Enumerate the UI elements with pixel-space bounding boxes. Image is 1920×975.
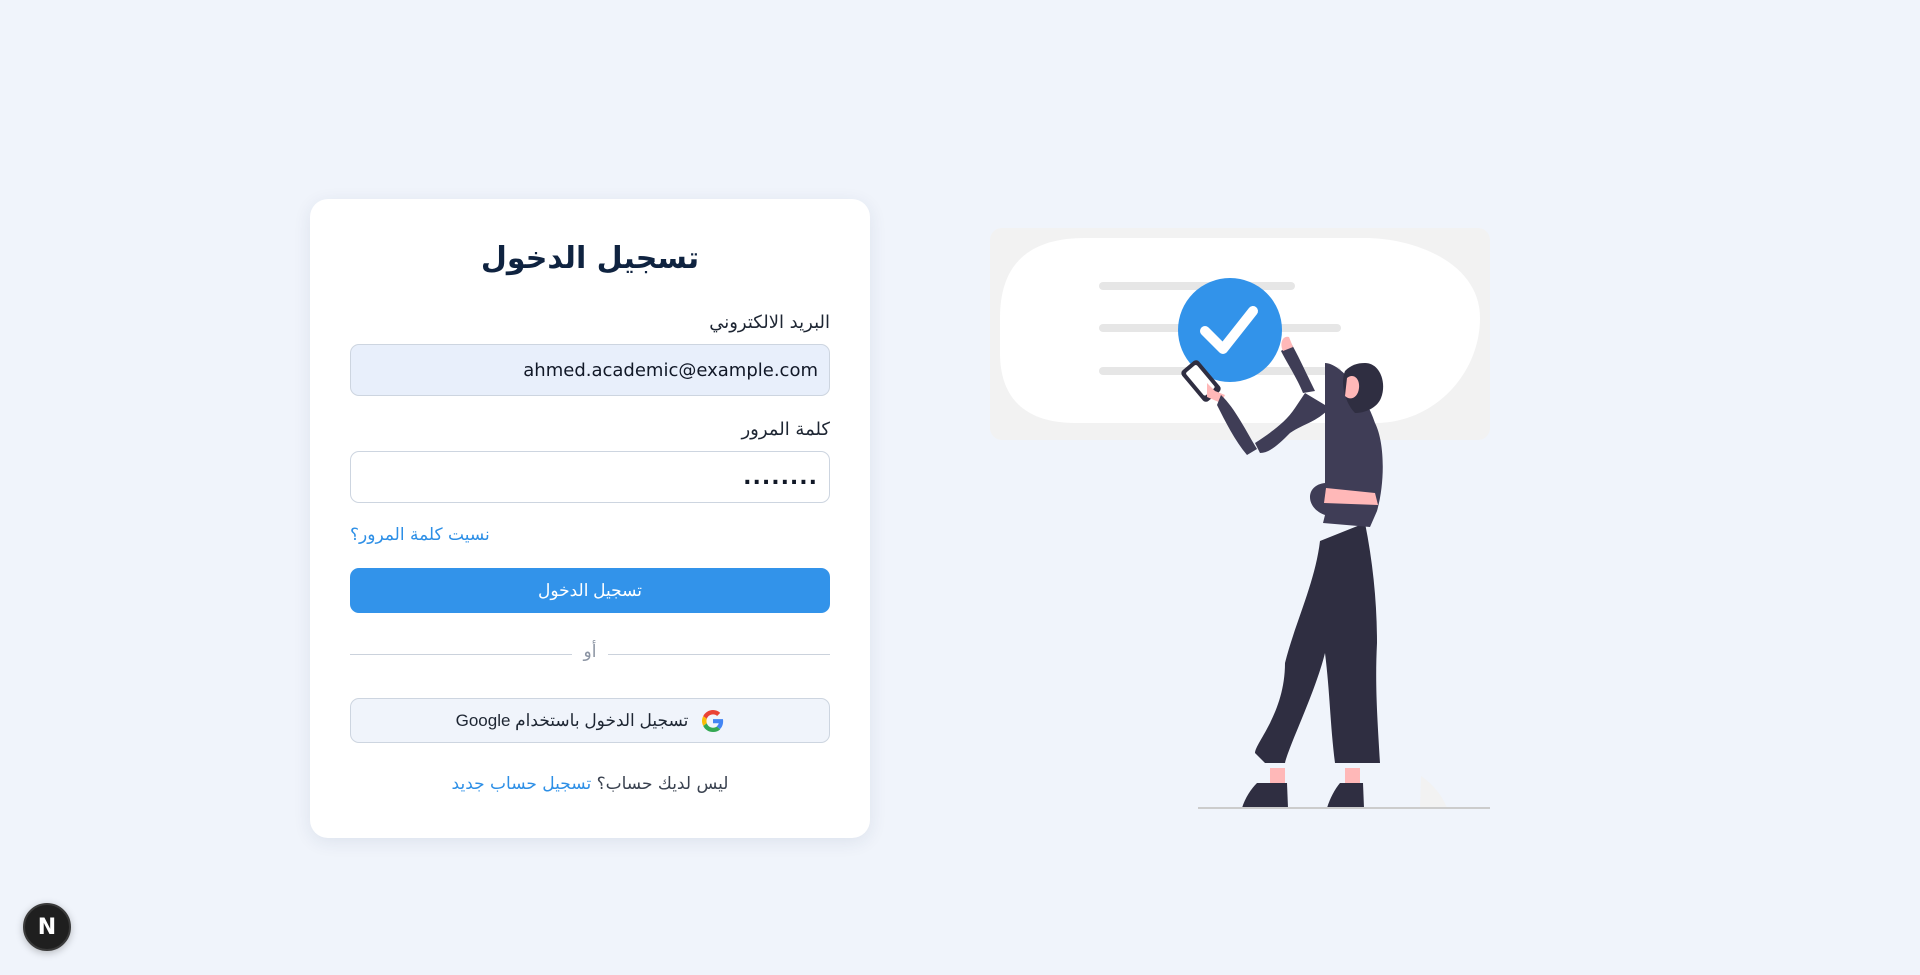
google-icon <box>702 709 724 732</box>
login-page: تسجيل الدخول البريد الالكتروني ahmed.aca… <box>0 0 1920 975</box>
email-field[interactable]: ahmed.academic@example.com <box>350 344 830 396</box>
page-title: تسجيل الدخول <box>480 241 700 276</box>
divider-line-left <box>350 654 572 655</box>
text-line <box>1099 282 1295 290</box>
divider-text: أو <box>583 642 597 662</box>
signup-row: ليس لديك حساب؟ تسجيل حساب جديد <box>310 774 870 794</box>
framework-badge[interactable]: N <box>23 903 71 951</box>
login-illustration <box>990 228 1490 809</box>
email-label: البريد الالكتروني <box>709 312 830 333</box>
email-value: ahmed.academic@example.com <box>523 359 818 381</box>
login-button[interactable]: تسجيل الدخول <box>350 568 830 613</box>
register-link[interactable]: تسجيل حساب جديد <box>452 774 592 794</box>
or-divider: أو <box>350 642 830 665</box>
floor-shadow-shape <box>1420 776 1447 808</box>
google-login-button[interactable]: تسجيل الدخول باستخدام Google <box>350 698 830 743</box>
no-account-text: ليس لديك حساب؟ <box>596 774 729 794</box>
password-label: كلمة المرور <box>741 419 830 440</box>
password-value: ........ <box>743 464 818 490</box>
framework-badge-letter: N <box>37 914 57 940</box>
password-field[interactable]: ........ <box>350 451 830 503</box>
forgot-password-link[interactable]: نسيت كلمة المرور؟ <box>350 525 490 545</box>
google-login-label: تسجيل الدخول باستخدام Google <box>455 710 689 730</box>
login-card: تسجيل الدخول البريد الالكتروني ahmed.aca… <box>310 199 870 838</box>
